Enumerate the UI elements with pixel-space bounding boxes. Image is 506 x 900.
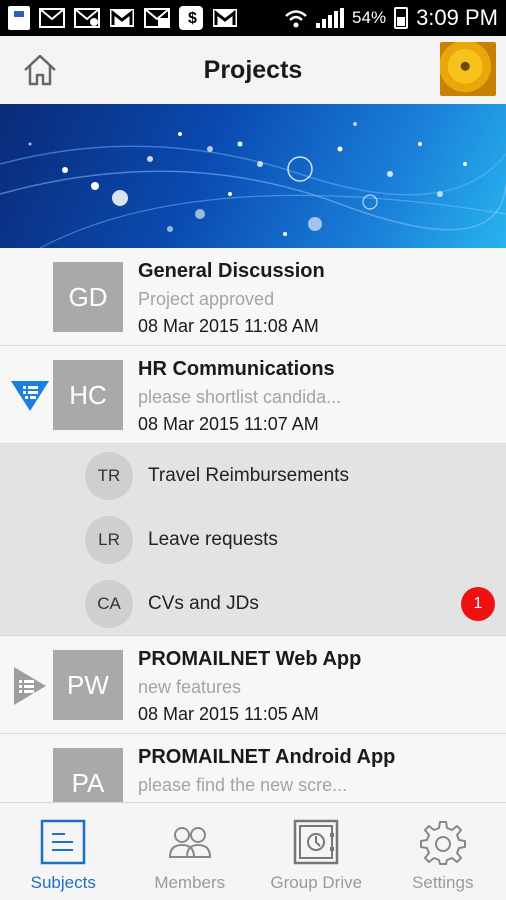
app-header: Projects <box>0 36 506 104</box>
project-name: General Discussion <box>138 260 325 282</box>
collapse-subjects-icon[interactable] <box>10 376 50 416</box>
page-title: Projects <box>203 55 303 84</box>
tab-label: Group Drive <box>270 873 363 892</box>
tab-subjects[interactable]: Subjects <box>0 803 127 900</box>
system-status: 54% 3:09 PM <box>284 5 498 31</box>
signal-icon <box>316 8 345 28</box>
mail-icon <box>144 8 170 28</box>
project-initials-tile: PA <box>53 748 123 802</box>
user-avatar[interactable] <box>440 42 496 96</box>
project-list: GD General Discussion Project approved 0… <box>0 248 506 802</box>
subject-label: Travel Reimbursements <box>148 465 349 486</box>
project-last-message: new features <box>138 677 242 697</box>
project-name: HR Communications <box>138 358 335 380</box>
unread-badge: 1 <box>461 587 495 621</box>
subject-initials: LR <box>85 516 133 564</box>
mail-icon <box>74 8 100 28</box>
tab-group-drive[interactable]: Group Drive <box>253 803 380 900</box>
project-name: PROMAILNET Web App <box>138 648 362 670</box>
tab-label: Members <box>154 873 226 892</box>
project-last-message: please find the new scre... <box>138 775 348 795</box>
project-date: 08 Mar 2015 11:05 AM <box>138 704 319 724</box>
tab-label: Settings <box>412 873 474 892</box>
gear-icon <box>419 821 466 865</box>
wifi-icon <box>285 10 307 28</box>
subject-item[interactable]: LR Leave requests <box>0 508 506 572</box>
mail-icon <box>39 8 65 28</box>
project-initials-tile: GD <box>53 262 123 332</box>
subject-list: TR Travel Reimbursements LR Leave reques… <box>0 444 506 636</box>
subject-item[interactable]: CA CVs and JDs 1 <box>0 572 506 636</box>
project-row[interactable]: PA PROMAILNET Android App please find th… <box>0 734 506 802</box>
tab-label: Subjects <box>30 873 96 892</box>
banner-image <box>0 104 506 248</box>
subjects-icon <box>41 819 86 865</box>
home-icon[interactable] <box>22 52 58 88</box>
project-date: 08 Mar 2015 11:07 AM <box>138 414 319 434</box>
gmail-icon <box>213 9 237 27</box>
project-row[interactable]: HC HR Communications please shortlist ca… <box>0 346 506 444</box>
expand-subjects-icon[interactable] <box>10 666 50 706</box>
dollar-icon <box>179 6 203 30</box>
tab-settings[interactable]: Settings <box>380 803 506 900</box>
project-row[interactable]: GD General Discussion Project approved 0… <box>0 248 506 346</box>
subject-item[interactable]: TR Travel Reimbursements <box>0 444 506 508</box>
project-last-message: please shortlist candida... <box>138 387 342 407</box>
clock: 3:09 PM <box>416 5 498 30</box>
tab-members[interactable]: Members <box>127 803 254 900</box>
subject-label: CVs and JDs <box>148 593 259 614</box>
project-initials-tile: HC <box>53 360 123 430</box>
project-date: 08 Mar 2015 11:08 AM <box>138 316 319 336</box>
subject-initials: TR <box>85 452 133 500</box>
project-last-message: Project approved <box>138 289 275 309</box>
project-row[interactable]: PW PROMAILNET Web App new features 08 Ma… <box>0 636 506 734</box>
banner-decoration <box>0 122 506 248</box>
subject-initials: CA <box>85 580 133 628</box>
project-initials-tile: PW <box>53 650 123 720</box>
members-icon <box>168 827 211 858</box>
status-bar: 54% 3:09 PM <box>0 0 506 36</box>
project-name: PROMAILNET Android App <box>138 746 396 768</box>
battery-icon <box>394 7 409 29</box>
battery-percent: 54% <box>352 8 387 27</box>
group-drive-icon <box>294 819 339 865</box>
gmail-icon <box>110 9 134 27</box>
app-notification-icon <box>8 6 30 30</box>
notification-icons <box>8 6 238 30</box>
subject-label: Leave requests <box>148 529 278 550</box>
bottom-tab-bar: Subjects Members Group Drive Settings <box>0 802 506 900</box>
